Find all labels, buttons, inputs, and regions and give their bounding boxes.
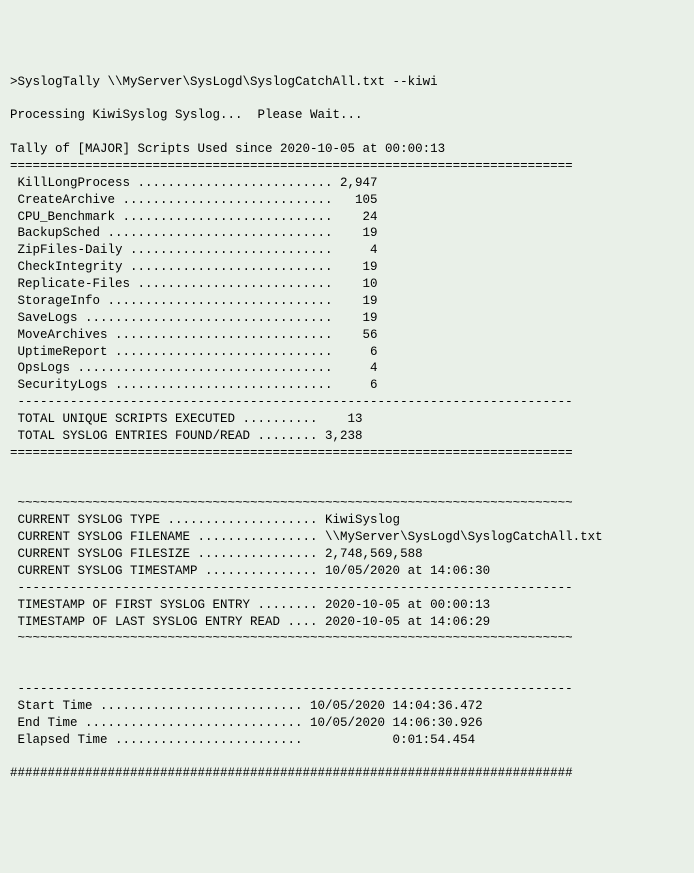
output-line: [10, 664, 684, 681]
output-line: TOTAL UNIQUE SCRIPTS EXECUTED ..........…: [10, 411, 684, 428]
output-line: OpsLogs ................................…: [10, 360, 684, 377]
output-line: [10, 647, 684, 664]
output-line: SecurityLogs ...........................…: [10, 377, 684, 394]
output-line: KillLongProcess ........................…: [10, 175, 684, 192]
output-line: CURRENT SYSLOG TIMESTAMP ...............…: [10, 563, 684, 580]
output-line: CreateArchive ..........................…: [10, 192, 684, 209]
output-line: CPU_Benchmark ..........................…: [10, 209, 684, 226]
output-line: CURRENT SYSLOG FILENAME ................…: [10, 529, 684, 546]
output-line: [10, 479, 684, 496]
output-line: [10, 90, 684, 107]
output-line: Start Time ........................... 1…: [10, 698, 684, 715]
output-line: Replicate-Files ........................…: [10, 276, 684, 293]
output-line: BackupSched ............................…: [10, 225, 684, 242]
output-line: ZipFiles-Daily .........................…: [10, 242, 684, 259]
output-line: CURRENT SYSLOG TYPE ....................…: [10, 512, 684, 529]
output-line: ~~~~~~~~~~~~~~~~~~~~~~~~~~~~~~~~~~~~~~~~…: [10, 495, 684, 512]
output-line: [10, 749, 684, 766]
output-line: CURRENT SYSLOG FILESIZE ................…: [10, 546, 684, 563]
output-line: SaveLogs ...............................…: [10, 310, 684, 327]
output-line: ----------------------------------------…: [10, 580, 684, 597]
output-line: ========================================…: [10, 445, 684, 462]
output-line: TIMESTAMP OF FIRST SYSLOG ENTRY ........…: [10, 597, 684, 614]
output-line: TIMESTAMP OF LAST SYSLOG ENTRY READ ....…: [10, 614, 684, 631]
output-line: ########################################…: [10, 765, 684, 782]
output-line: StorageInfo ............................…: [10, 293, 684, 310]
output-line: [10, 124, 684, 141]
output-line: [10, 462, 684, 479]
terminal-output: >SyslogTally \\MyServer\SysLogd\SyslogCa…: [10, 74, 684, 783]
output-line: ----------------------------------------…: [10, 394, 684, 411]
output-line: ~~~~~~~~~~~~~~~~~~~~~~~~~~~~~~~~~~~~~~~~…: [10, 630, 684, 647]
output-line: Processing KiwiSyslog Syslog... Please W…: [10, 107, 684, 124]
output-line: UptimeReport ...........................…: [10, 344, 684, 361]
output-line: Tally of [MAJOR] Scripts Used since 2020…: [10, 141, 684, 158]
output-line: Elapsed Time ......................... 0…: [10, 732, 684, 749]
output-line: >SyslogTally \\MyServer\SysLogd\SyslogCa…: [10, 74, 684, 91]
output-line: TOTAL SYSLOG ENTRIES FOUND/READ ........…: [10, 428, 684, 445]
output-line: MoveArchives ...........................…: [10, 327, 684, 344]
output-line: CheckIntegrity .........................…: [10, 259, 684, 276]
output-line: ----------------------------------------…: [10, 681, 684, 698]
output-line: End Time ............................. 1…: [10, 715, 684, 732]
output-line: ========================================…: [10, 158, 684, 175]
